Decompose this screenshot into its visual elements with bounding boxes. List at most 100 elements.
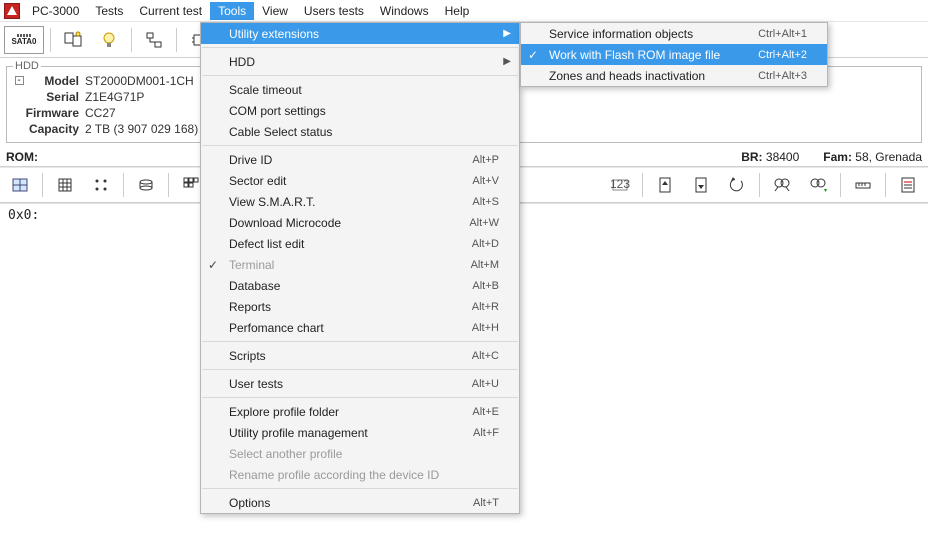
menu-windows[interactable]: Windows — [372, 2, 437, 20]
tools-menu-item-terminal: ✓TerminalAlt+M — [201, 254, 519, 275]
tools-menu-item-sector-edit[interactable]: Sector editAlt+V — [201, 170, 519, 191]
tools-menu-item-drive-id[interactable]: Drive IDAlt+P — [201, 149, 519, 170]
tools-menu-separator — [202, 488, 518, 489]
tools-menu-item-database[interactable]: DatabaseAlt+B — [201, 275, 519, 296]
ruler-icon[interactable] — [847, 170, 879, 200]
shortcut-label: Ctrl+Alt+3 — [758, 70, 807, 82]
submenu-arrow-icon: ▶ — [503, 56, 511, 67]
tools-menu-item-label: Scripts — [229, 349, 472, 363]
tools-menu-item-label: User tests — [229, 377, 472, 391]
tools-menu-item-download-microcode[interactable]: Download MicrocodeAlt+W — [201, 212, 519, 233]
tools-menu-item-scale-timeout[interactable]: Scale timeout — [201, 79, 519, 100]
firmware-label: Firmware — [25, 106, 85, 120]
tools-menu-item-label: Database — [229, 279, 472, 293]
tools-menu-item-label: Defect list edit — [229, 237, 472, 251]
tools-menu-item-select-another-profile: Select another profile — [201, 443, 519, 464]
pagedn-icon[interactable] — [685, 170, 717, 200]
fam-label: Fam: 58, Grenada — [823, 150, 922, 164]
tools-menu-item-label: Explore profile folder — [229, 405, 472, 419]
tools-menu-item-label: Cable Select status — [229, 125, 499, 139]
br-value: 38400 — [766, 150, 799, 164]
tools-menu-item-defect-list-edit[interactable]: Defect list editAlt+D — [201, 233, 519, 254]
check-icon: ✓ — [208, 258, 218, 272]
tools-menu-separator — [202, 75, 518, 76]
note-icon[interactable] — [892, 170, 924, 200]
shortcut-label: Alt+P — [472, 154, 499, 166]
tools-menu-item-scripts[interactable]: ScriptsAlt+C — [201, 345, 519, 366]
menu-users-tests[interactable]: Users tests — [296, 2, 372, 20]
shortcut-label: Ctrl+Alt+1 — [758, 28, 807, 40]
menu-pc3000[interactable]: PC-3000 — [24, 2, 87, 20]
net-icon[interactable] — [138, 25, 170, 55]
map-icon[interactable] — [4, 170, 36, 200]
tools-menu-item-options[interactable]: OptionsAlt+T — [201, 492, 519, 513]
submenu-arrow-icon: ▶ — [503, 28, 511, 39]
model-value: ST2000DM001-1CH — [85, 74, 198, 88]
menu-view[interactable]: View — [254, 2, 296, 20]
shortcut-label: Alt+D — [472, 238, 499, 250]
tools-menu-item-rename-profile-according-the-device-id: Rename profile according the device ID — [201, 464, 519, 485]
tools-menu-item-label: Terminal — [229, 258, 471, 272]
svg-text:123: 123 — [610, 177, 630, 191]
grid-icon[interactable] — [49, 170, 81, 200]
firmware-value: CC27 — [85, 106, 198, 120]
menu-tests[interactable]: Tests — [87, 2, 131, 20]
app-icon — [4, 3, 20, 19]
tools-menu-item-label: Scale timeout — [229, 83, 499, 97]
menubar: PC-3000 Tests Current test Tools View Us… — [0, 0, 928, 22]
check-icon: ✓ — [528, 48, 538, 62]
tools-menu-item-reports[interactable]: ReportsAlt+R — [201, 296, 519, 317]
tools-menu-separator — [202, 341, 518, 342]
tools-menu-item-hdd[interactable]: HDD▶ — [201, 51, 519, 72]
shortcut-label: Alt+C — [472, 350, 499, 362]
tools-menu-item-label: Drive ID — [229, 153, 472, 167]
tools-menu-item-view-s-m-a-r-t[interactable]: View S.M.A.R.T.Alt+S — [201, 191, 519, 212]
menu-current-test[interactable]: Current test — [131, 2, 210, 20]
tools-menu-item-utility-profile-management[interactable]: Utility profile managementAlt+F — [201, 422, 519, 443]
tools-menu-item-label: Sector edit — [229, 174, 472, 188]
utility-ext-item-label: Zones and heads inactivation — [549, 69, 758, 83]
utility-ext-item-work-with-flash-rom-image-file[interactable]: ✓ Work with Flash ROM image fileCtrl+Alt+… — [521, 44, 827, 65]
undo-icon[interactable] — [721, 170, 753, 200]
menu-tools[interactable]: Tools — [210, 2, 254, 20]
tools-menu-item-label: View S.M.A.R.T. — [229, 195, 472, 209]
findnext-icon[interactable] — [802, 170, 834, 200]
utility-ext-item-zones-and-heads-inactivation[interactable]: Zones and heads inactivationCtrl+Alt+3 — [521, 65, 827, 86]
shortcut-label: Alt+R — [472, 301, 499, 313]
pageup-icon[interactable] — [649, 170, 681, 200]
sata-port-indicator[interactable]: SATA0 — [4, 26, 44, 54]
utility-ext-item-service-information-objects[interactable]: Service information objectsCtrl+Alt+1 — [521, 23, 827, 44]
tools-menu-item-label: Download Microcode — [229, 216, 469, 230]
tools-menu-separator — [202, 47, 518, 48]
tools-menu-item-utility-extensions[interactable]: Utility extensions▶ — [201, 23, 519, 44]
shortcut-label: Alt+E — [472, 406, 499, 418]
utility-ext-item-label: Work with Flash ROM image file — [549, 48, 758, 62]
dots-icon[interactable] — [85, 170, 117, 200]
tools-menu-separator — [202, 397, 518, 398]
tools-menu-item-perfomance-chart[interactable]: Perfomance chartAlt+H — [201, 317, 519, 338]
br-label: BR: 38400 — [741, 150, 799, 164]
capacity-label: Capacity — [25, 122, 85, 136]
disks-icon[interactable] — [130, 170, 162, 200]
shortcut-label: Alt+T — [473, 497, 499, 509]
serial-label: Serial — [25, 90, 85, 104]
find-icon[interactable] — [766, 170, 798, 200]
tools-menu-item-label: Rename profile according the device ID — [229, 468, 499, 482]
menu-help[interactable]: Help — [437, 2, 478, 20]
tools-menu-item-label: Options — [229, 496, 473, 510]
fam-value: 58, Grenada — [855, 150, 922, 164]
tools-menu-item-explore-profile-folder[interactable]: Explore profile folderAlt+E — [201, 401, 519, 422]
shortcut-label: Alt+F — [473, 427, 499, 439]
shortcut-label: Alt+U — [472, 378, 499, 390]
devices-icon[interactable] — [57, 25, 89, 55]
bulb-icon[interactable] — [93, 25, 125, 55]
hex-icon[interactable]: 123 — [604, 170, 636, 200]
shortcut-label: Ctrl+Alt+2 — [758, 49, 807, 61]
serial-value: Z1E4G71P — [85, 90, 198, 104]
tools-menu-item-cable-select-status[interactable]: Cable Select status — [201, 121, 519, 142]
tree-collapse-icon[interactable]: - — [15, 76, 24, 85]
tools-menu-item-com-port-settings[interactable]: COM port settings — [201, 100, 519, 121]
tools-dropdown: Utility extensions▶ HDD▶ Scale timeout COM … — [200, 22, 520, 514]
tools-menu-item-label: Utility profile management — [229, 426, 473, 440]
tools-menu-item-user-tests[interactable]: User testsAlt+U — [201, 373, 519, 394]
